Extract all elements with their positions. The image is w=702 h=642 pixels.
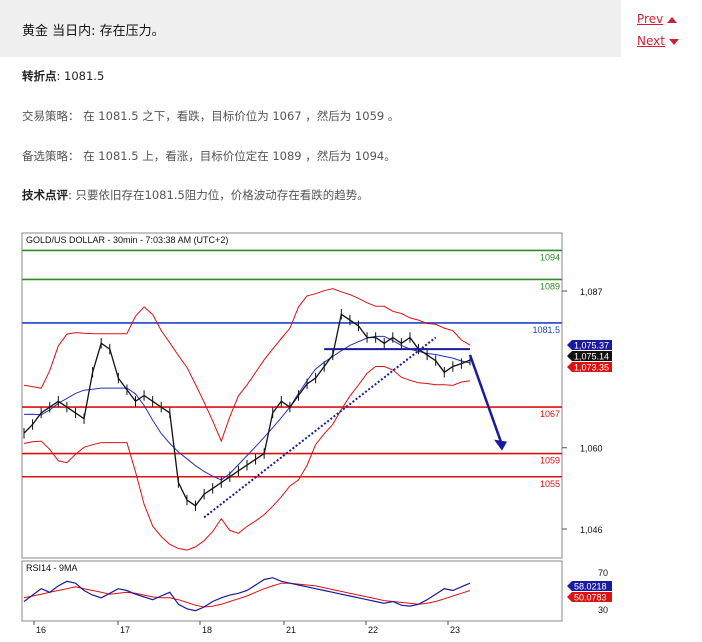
arrow-up-icon bbox=[667, 16, 678, 23]
rsi-badge-label: 58.0218 bbox=[574, 582, 607, 592]
strategy-text: 交易策略： 在 1081.5 之下，看跌，目标价位为 1067 ，然后为 105… bbox=[22, 109, 400, 123]
level-label: 1055 bbox=[540, 479, 560, 489]
x-tick-label: 18 bbox=[202, 625, 212, 635]
rsi-tick-label: 70 bbox=[598, 568, 608, 578]
x-tick-label: 23 bbox=[450, 625, 460, 635]
y-tick-label: 1,087 bbox=[580, 287, 603, 297]
next-label[interactable]: Next bbox=[637, 34, 665, 48]
level-label: 1059 bbox=[540, 456, 560, 466]
x-tick-label: 17 bbox=[120, 625, 130, 635]
comment-label: 技术点评 bbox=[22, 188, 68, 202]
x-tick-label: 22 bbox=[368, 625, 378, 635]
level-label: 1081.5 bbox=[532, 325, 560, 335]
level-label: 1089 bbox=[540, 281, 560, 291]
main-plot-frame bbox=[21, 232, 563, 559]
next-link[interactable]: Next bbox=[637, 32, 682, 54]
price-badge-label: 1,073.35 bbox=[574, 363, 609, 373]
level-label: 1094 bbox=[540, 252, 560, 262]
rsi-badge-label: 50.0783 bbox=[574, 593, 607, 603]
arrow-down-icon bbox=[668, 38, 679, 45]
alternative-text: 备选策略： 在 1081.5 上，看涨，目标价位定在 1089 ，然后为 109… bbox=[22, 149, 396, 163]
prev-label[interactable]: Prev bbox=[637, 12, 663, 26]
comment-text: : 只要依旧存在1081.5阻力位，价格波动存在看跌的趋势。 bbox=[68, 188, 369, 202]
level-label: 1067 bbox=[540, 409, 560, 419]
chart-title: GOLD/US DOLLAR - 30min - 7:03:38 AM (UTC… bbox=[26, 235, 228, 245]
x-tick-label: 21 bbox=[286, 625, 296, 635]
price-badge-label: 1,075.37 bbox=[574, 341, 609, 351]
pager: Prev Next bbox=[637, 10, 682, 54]
comment-line: 技术点评: 只要依旧存在1081.5阻力位，价格波动存在看跌的趋势。 bbox=[22, 187, 369, 203]
rsi-tick-label: 30 bbox=[598, 605, 608, 615]
price-badge-label: 1,075.14 bbox=[574, 352, 609, 362]
pivot-line: 转折点: 1081.5 bbox=[22, 68, 104, 84]
page-title: 黄金 当日内: 存在压力。 bbox=[22, 24, 165, 39]
y-tick-label: 1,060 bbox=[580, 444, 603, 454]
pivot-value: : 1081.5 bbox=[56, 69, 105, 83]
price-chart: GOLD/US DOLLAR - 30min - 7:03:38 AM (UTC… bbox=[21, 232, 612, 635]
rsi-label: RSI14 - 9MA bbox=[26, 563, 78, 573]
pivot-label: 转折点 bbox=[22, 69, 57, 83]
prev-link[interactable]: Prev bbox=[637, 10, 682, 32]
y-tick-label: 1,046 bbox=[580, 525, 603, 535]
rsi-plot-frame bbox=[21, 560, 563, 622]
x-tick-label: 16 bbox=[36, 625, 46, 635]
header-bar: 黄金 当日内: 存在压力。 bbox=[0, 0, 621, 57]
